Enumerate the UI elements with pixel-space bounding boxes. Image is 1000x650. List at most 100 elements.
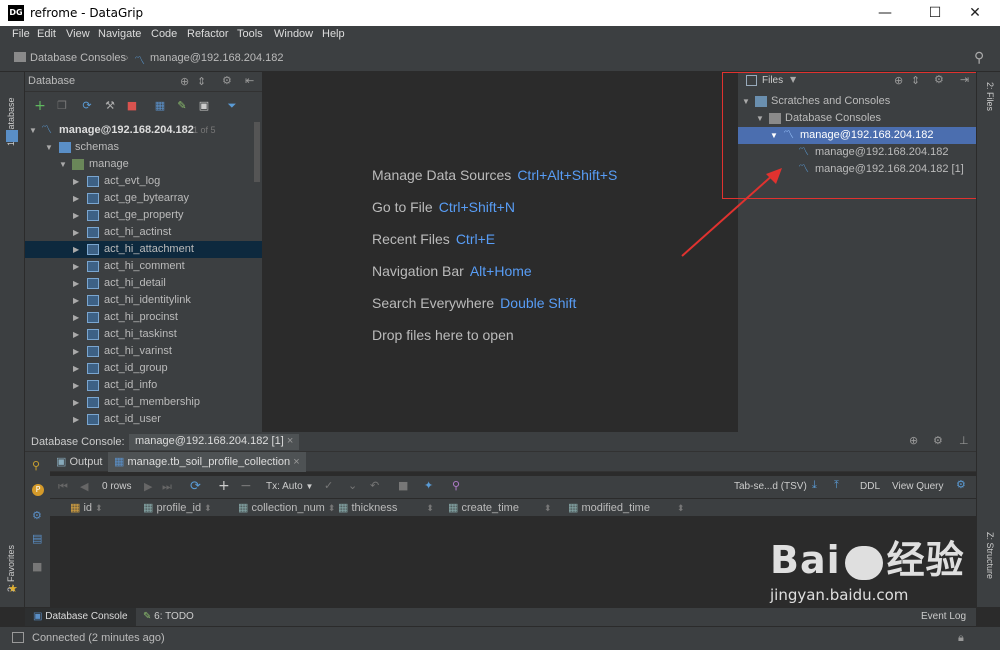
column-header[interactable]: ▦ modified_time ⬍ <box>568 501 685 514</box>
tree-table-row[interactable]: ▶ act_id_membership <box>25 394 262 411</box>
column-header[interactable]: ▦ collection_num ⬍ <box>238 501 335 514</box>
database-console-tool-tab[interactable]: ▣ Database Console <box>25 608 136 626</box>
tree-table-row[interactable]: ▶ act_hi_actinst <box>25 224 262 241</box>
add-row-icon[interactable]: + <box>218 478 230 494</box>
minimize-panel-icon[interactable]: ⊥ <box>959 434 969 447</box>
todo-tool-tab[interactable]: ✎ 6: TODO <box>143 611 194 622</box>
sort-icon[interactable]: ⬍ <box>426 503 434 513</box>
tree-table-row[interactable]: ▶ act_hi_taskinst <box>25 326 262 343</box>
scrollbar[interactable] <box>254 122 260 182</box>
view-query-button[interactable]: View Query <box>892 481 944 492</box>
search-icon[interactable]: ⚲ <box>974 49 984 66</box>
edit-icon[interactable]: ✎ <box>175 99 189 113</box>
filter-icon[interactable]: ⏷ <box>225 99 239 113</box>
compare-icon[interactable]: ✦ <box>424 479 433 492</box>
execute-icon[interactable]: ⚲ <box>32 459 40 472</box>
event-log-tool-tab[interactable]: Event Log <box>921 611 966 622</box>
sort-icon[interactable]: ⬍ <box>544 503 552 513</box>
result-tab[interactable]: ▦ manage.tb_soil_profile_collection × <box>108 452 306 472</box>
globe-icon[interactable]: ⊕ <box>180 75 189 88</box>
tree-table-row[interactable]: ▶ act_evt_log <box>25 173 262 190</box>
tree-table-row[interactable]: ▶ act_hi_attachment <box>25 241 262 258</box>
close-tab-icon[interactable]: × <box>287 435 293 447</box>
export-icon[interactable]: ⤓ <box>812 478 817 492</box>
close-tab-icon[interactable]: × <box>293 456 299 468</box>
tree-table-row[interactable]: ▶ act_hi_procinst <box>25 309 262 326</box>
menu-window[interactable]: Window <box>274 28 313 40</box>
remove-row-icon[interactable]: − <box>240 478 252 494</box>
column-header[interactable]: ▦ id ⬍ <box>70 501 103 514</box>
tree-table-row[interactable]: ▶ act_ge_bytearray <box>25 190 262 207</box>
tree-table-row[interactable]: ▶ act_id_user <box>25 411 262 428</box>
first-page-icon[interactable]: ⏮ <box>58 480 68 494</box>
close-button[interactable]: ✕ <box>952 0 998 26</box>
menu-tools[interactable]: Tools <box>237 28 263 40</box>
column-header[interactable]: ▦ create_time ⬍ <box>448 501 552 514</box>
sort-icon[interactable]: ⬍ <box>204 503 212 513</box>
tree-table-row[interactable]: ▶ act_hi_comment <box>25 258 262 275</box>
console-icon[interactable]: ▣ <box>197 99 211 113</box>
refresh-icon[interactable]: ⟳ <box>190 479 201 494</box>
export-format-dropdown[interactable]: Tab-se...d (TSV) <box>734 481 807 492</box>
tx-mode-dropdown[interactable]: Tx: Auto ▼ <box>266 481 313 492</box>
settings-icon[interactable]: ⚙ <box>32 509 42 522</box>
hide-icon[interactable]: ⇤ <box>245 74 254 87</box>
pin-icon[interactable]: P <box>32 484 44 496</box>
copy-icon[interactable]: ❐ <box>55 99 69 113</box>
breadcrumb-console[interactable]: manage@192.168.204.182 <box>150 52 284 64</box>
properties-icon[interactable]: ⚒ <box>103 99 117 113</box>
stop-icon[interactable]: ■ <box>398 479 408 492</box>
add-icon[interactable]: + <box>33 99 47 113</box>
import-icon[interactable]: ⤒ <box>834 478 839 492</box>
pin-tab-icon[interactable]: ⚲ <box>452 479 460 492</box>
layout-icon[interactable]: ▤ <box>32 532 42 545</box>
menu-help[interactable]: Help <box>322 28 345 40</box>
stop-icon[interactable]: ■ <box>32 560 42 573</box>
layout-icon[interactable] <box>12 632 24 643</box>
sort-icon[interactable]: ⬍ <box>677 503 685 513</box>
tree-table-row[interactable]: ▶ act_hi_identitylink <box>25 292 262 309</box>
tree-schemas[interactable]: ▼ schemas <box>25 139 262 156</box>
menu-refactor[interactable]: Refactor <box>187 28 229 40</box>
gear-icon[interactable]: ⚙ <box>222 74 232 87</box>
table-icon[interactable]: ▦ <box>153 99 167 113</box>
tree-schema-manage[interactable]: ▼ manage <box>25 156 262 173</box>
tree-table-row[interactable]: ▶ act_hi_varinst <box>25 343 262 360</box>
table-icon <box>87 261 99 272</box>
structure-tool-tab[interactable]: Z: Structure <box>985 532 995 579</box>
sort-icon[interactable]: ⬍ <box>328 503 336 513</box>
tree-table-row[interactable]: ▶ act_hi_detail <box>25 275 262 292</box>
prev-page-icon[interactable]: ◀ <box>80 480 88 493</box>
console-icon: ▣ <box>33 611 43 622</box>
output-tab[interactable]: ▣ Output <box>56 455 103 468</box>
gear-icon[interactable]: ⚙ <box>956 478 966 491</box>
ddl-button[interactable]: DDL <box>860 481 880 492</box>
collapse-icon[interactable]: ⇕ <box>197 75 206 88</box>
console-tab[interactable]: manage@192.168.204.182 [1] × <box>129 434 300 450</box>
menu-code[interactable]: Code <box>151 28 177 40</box>
menu-file[interactable]: File <box>12 28 30 40</box>
column-header[interactable]: ▦ thickness ⬍ <box>338 501 434 514</box>
minimize-button[interactable]: — <box>862 0 908 26</box>
tree-table-row[interactable]: ▶ act_id_info <box>25 377 262 394</box>
column-header[interactable]: ▦ profile_id ⬍ <box>143 501 212 514</box>
globe-icon[interactable]: ⊕ <box>909 434 918 447</box>
files-tool-tab[interactable]: 2: Files <box>985 82 995 111</box>
commit-icon[interactable]: ✓ <box>324 479 333 492</box>
next-page-icon[interactable]: ▶ <box>144 480 152 493</box>
tree-table-row[interactable]: ▶ act_id_group <box>25 360 262 377</box>
stop-icon[interactable]: ■ <box>125 99 139 113</box>
lock-icon[interactable]: 🔒︎ <box>958 631 964 645</box>
menu-view[interactable]: View <box>66 28 90 40</box>
menu-navigate[interactable]: Navigate <box>98 28 141 40</box>
breadcrumb-database-consoles[interactable]: Database Consoles <box>30 52 126 64</box>
last-page-icon[interactable]: ⏭ <box>162 480 172 494</box>
sort-icon[interactable]: ⬍ <box>95 503 103 513</box>
gear-icon[interactable]: ⚙ <box>933 434 943 447</box>
chevron-down-icon[interactable]: ⌄ <box>348 479 357 492</box>
rollback-icon[interactable]: ↶ <box>370 479 379 492</box>
menu-edit[interactable]: Edit <box>37 28 56 40</box>
tree-root-connection[interactable]: ▼ 〽 manage@192.168.204.182 1 of 5 <box>25 122 262 139</box>
refresh-icon[interactable]: ⟳ <box>80 99 94 113</box>
tree-table-row[interactable]: ▶ act_ge_property <box>25 207 262 224</box>
